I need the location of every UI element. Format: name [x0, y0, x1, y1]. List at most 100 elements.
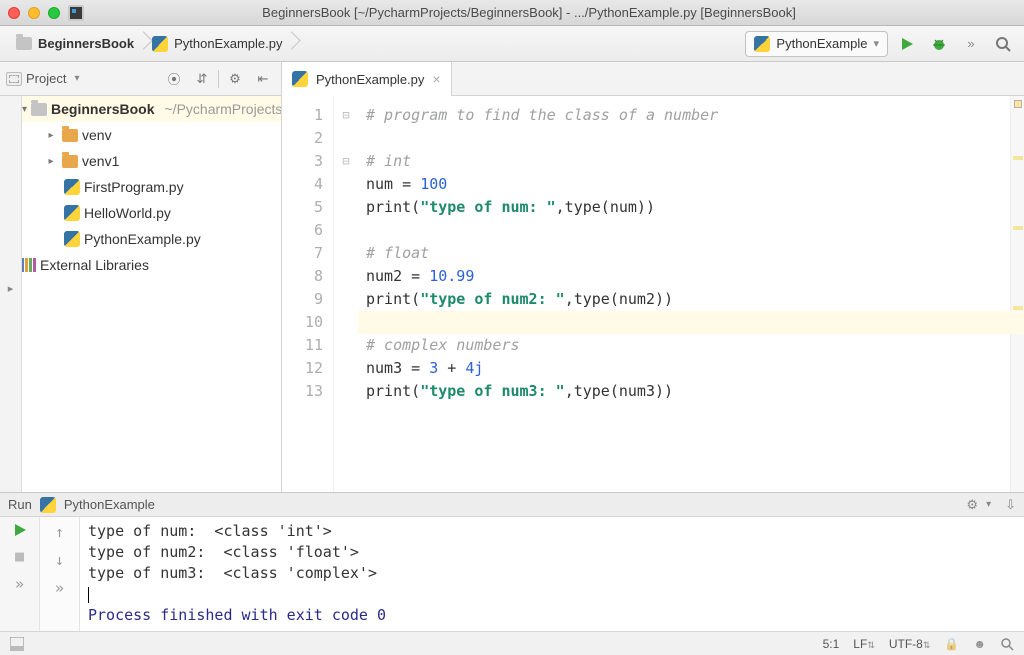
code-area[interactable]: # program to find the class of a number … — [358, 96, 1010, 492]
debug-button[interactable] — [926, 31, 952, 57]
chevron-right-icon[interactable]: ▸ — [8, 282, 14, 295]
run-config-label: PythonExample — [776, 36, 867, 51]
caret-position[interactable]: 5:1 — [823, 637, 840, 651]
run-header: Run PythonExample ⚙ ▾ ⇩ — [0, 493, 1024, 517]
overview-marker[interactable] — [1013, 156, 1023, 160]
editor-tab-pythonexample[interactable]: PythonExample.py × — [282, 62, 452, 96]
breadcrumb-root-label: BeginnersBook — [38, 36, 134, 51]
search-icon[interactable] — [1000, 637, 1014, 651]
tree-item-label: HelloWorld.py — [84, 205, 171, 221]
window-title: BeginnersBook [~/PycharmProjects/Beginne… — [92, 5, 1016, 20]
line-number-gutter: 12345678910111213 — [282, 96, 334, 492]
overview-marker[interactable] — [1013, 306, 1023, 310]
python-file-icon — [64, 205, 80, 221]
overview-marker[interactable] — [1013, 226, 1023, 230]
run-button[interactable] — [894, 31, 920, 57]
run-left-toolbar-2: ↑ ↓ » — [40, 517, 80, 631]
run-left-toolbar: ■ » — [0, 517, 40, 631]
overview-ruler[interactable] — [1010, 96, 1024, 492]
inspection-indicator[interactable] — [1014, 100, 1022, 108]
folder-icon — [16, 36, 32, 52]
minimize-window-button[interactable] — [28, 7, 40, 19]
gear-icon[interactable]: ⚙ — [966, 497, 978, 513]
tree-item-firstprogram[interactable]: FirstProgram.py — [22, 174, 281, 200]
hide-tool-icon[interactable]: ⇤ — [251, 67, 275, 91]
collapse-all-icon[interactable]: ⇵ — [190, 67, 214, 91]
tree-item-venv[interactable]: ▸ venv — [22, 122, 281, 148]
tree-item-label: PythonExample.py — [84, 231, 201, 247]
library-icon — [22, 257, 36, 273]
project-view-icon — [6, 71, 22, 87]
python-file-icon — [40, 497, 56, 513]
gear-icon[interactable]: ⚙ — [223, 67, 247, 91]
tool-tabs-row: Project ▾ ⦿ ⇵ ⚙ ⇤ PythonExample.py × — [0, 62, 1024, 96]
tree-root[interactable]: ▾ BeginnersBook ~/PycharmProjects/Beginn… — [22, 96, 281, 122]
close-window-button[interactable] — [8, 7, 20, 19]
search-everywhere-button[interactable] — [990, 31, 1016, 57]
rerun-button[interactable] — [13, 523, 27, 537]
ide-feedback-icon[interactable]: ☻ — [973, 637, 986, 651]
python-file-icon — [64, 179, 80, 195]
chevron-down-icon: ▾ — [873, 37, 879, 50]
stop-button[interactable]: ■ — [15, 547, 24, 565]
scroll-down-icon[interactable]: ↓ — [55, 551, 64, 569]
fold-gutter: ⊟⊟ — [334, 96, 358, 492]
editor-tabs: PythonExample.py × — [282, 62, 1024, 95]
expand-icon[interactable]: ▸ — [44, 130, 58, 141]
folder-icon — [31, 101, 47, 117]
tree-item-label: External Libraries — [40, 257, 149, 273]
code-editor[interactable]: 12345678910111213 ⊟⊟ # program to find t… — [282, 96, 1024, 492]
app-icon — [68, 5, 84, 21]
file-encoding[interactable]: UTF-8⇅ — [889, 637, 931, 651]
project-view-label[interactable]: Project — [26, 71, 66, 86]
autoscroll-icon[interactable]: ⦿ — [162, 67, 186, 91]
title-bar: BeginnersBook [~/PycharmProjects/Beginne… — [0, 0, 1024, 26]
tree-item-label: FirstProgram.py — [84, 179, 184, 195]
tree-item-helloworld[interactable]: HelloWorld.py — [22, 200, 281, 226]
project-toolwindow-header: Project ▾ ⦿ ⇵ ⚙ ⇤ — [0, 62, 282, 95]
run-header-label: Run — [8, 497, 32, 512]
tree-root-name: BeginnersBook — [51, 101, 154, 117]
toolbar-more-button[interactable]: » — [958, 31, 984, 57]
python-file-icon — [64, 231, 80, 247]
expand-icon[interactable]: ▸ — [44, 156, 58, 167]
status-bar: 5:1 LF⇅ UTF-8⇅ 🔒 ☻ — [0, 631, 1024, 655]
python-file-icon — [754, 36, 770, 52]
readonly-toggle-icon[interactable]: 🔒 — [944, 637, 959, 651]
tool-window-quick-button[interactable] — [10, 637, 24, 651]
breadcrumb-root[interactable]: BeginnersBook — [8, 30, 144, 58]
chevron-down-icon[interactable]: ▾ — [986, 499, 991, 510]
more-button[interactable]: » — [15, 575, 24, 593]
project-tree: ▾ BeginnersBook ~/PycharmProjects/Beginn… — [22, 96, 282, 492]
tree-item-pythonexample[interactable]: PythonExample.py — [22, 226, 281, 252]
tree-item-venv1[interactable]: ▸ venv1 — [22, 148, 281, 174]
navigation-bar: BeginnersBook PythonExample.py PythonExa… — [0, 26, 1024, 62]
folder-icon — [62, 127, 78, 143]
close-tab-icon[interactable]: × — [432, 71, 440, 87]
breadcrumb-file-label: PythonExample.py — [174, 36, 282, 51]
python-file-icon — [152, 36, 168, 52]
expand-icon[interactable]: ▾ — [22, 104, 27, 115]
run-output[interactable]: type of num: <class 'int'>type of num2: … — [80, 517, 1024, 631]
editor-tab-label: PythonExample.py — [316, 72, 424, 87]
run-config-selector[interactable]: PythonExample ▾ — [745, 31, 888, 57]
folder-icon — [62, 153, 78, 169]
run-tool-window: Run PythonExample ⚙ ▾ ⇩ ■ » ↑ ↓ » type o… — [0, 492, 1024, 631]
scroll-up-icon[interactable]: ↑ — [55, 523, 64, 541]
zoom-window-button[interactable] — [48, 7, 60, 19]
breadcrumb-file[interactable]: PythonExample.py — [144, 30, 292, 58]
chevron-down-icon[interactable]: ▾ — [74, 73, 79, 84]
tree-root-path: ~/PycharmProjects/BeginnersBook — [165, 101, 283, 117]
tree-item-label: venv1 — [82, 153, 119, 169]
python-file-icon — [292, 71, 308, 87]
left-tool-stripe: ▸ — [0, 96, 22, 492]
run-header-config: PythonExample — [64, 497, 155, 512]
tree-item-label: venv — [82, 127, 112, 143]
main-area: ▸ ▾ BeginnersBook ~/PycharmProjects/Begi… — [0, 96, 1024, 492]
window-controls — [8, 7, 60, 19]
line-separator[interactable]: LF⇅ — [853, 637, 875, 651]
run-body: ■ » ↑ ↓ » type of num: <class 'int'>type… — [0, 517, 1024, 631]
download-icon[interactable]: ⇩ — [1005, 497, 1016, 513]
tree-external-libraries[interactable]: ▸ External Libraries — [22, 252, 281, 278]
more-button[interactable]: » — [55, 579, 64, 597]
